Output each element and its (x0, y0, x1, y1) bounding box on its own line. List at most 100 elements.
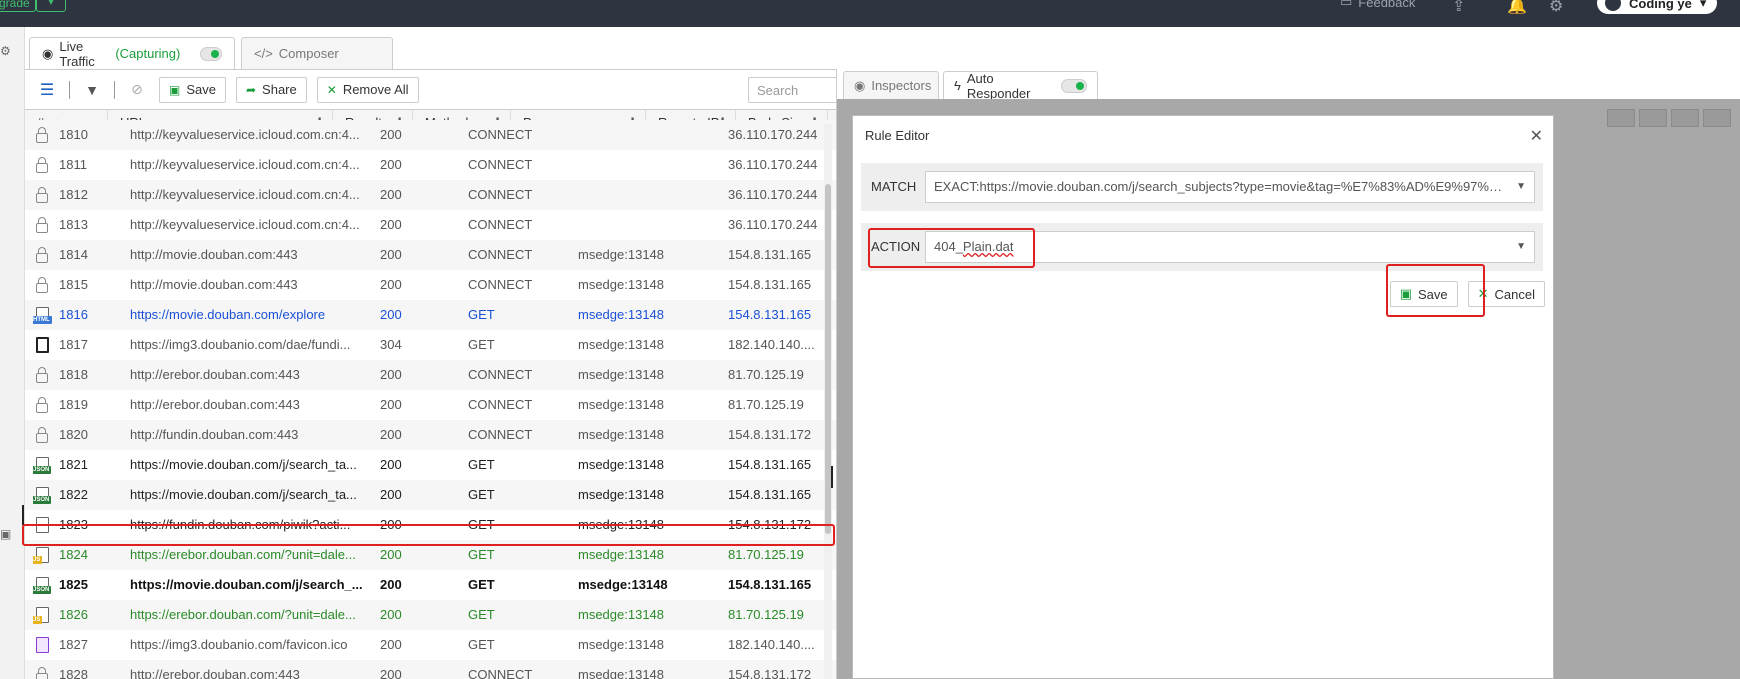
table-row[interactable]: JS 1826 https://erebor.douban.com/?unit=da… (25, 600, 925, 630)
tab-live-traffic-label: Live Traffic (59, 38, 95, 69)
search-placeholder: Search (757, 82, 799, 98)
lock-icon (33, 396, 51, 414)
js-icon: JS (33, 546, 51, 564)
table-row[interactable]: JSON 1821 https://movie.douban.com/j/searc… (25, 450, 925, 480)
table-row[interactable]: 1823 https://fundin.douban.com/piwik?acti… (25, 510, 925, 540)
row-process (578, 150, 708, 180)
gutter-marker (22, 505, 24, 525)
share-button-label: Share (262, 82, 297, 97)
settings-icon[interactable]: ⚙ (0, 44, 11, 58)
table-row[interactable]: 1828 http://erebor.douban.com:443 200 CONNE… (25, 660, 925, 679)
row-method: CONNECT (468, 217, 533, 232)
table-row[interactable]: JSON 1825 https://movie.douban.com/j/searc… (25, 570, 925, 600)
action-input[interactable]: 404_Plain.dat ▼ (925, 231, 1535, 263)
row-method: CONNECT (468, 397, 533, 412)
top-bar: grade ▾ ▭ Feedback ⇪ 🔔 ⚙ Coding ye ▾ (0, 0, 1740, 27)
json-icon: JSON (33, 576, 52, 594)
table-row[interactable]: JS 1824 https://erebor.douban.com/?unit=da… (25, 540, 925, 570)
chevron-down-icon[interactable]: ▼ (1516, 172, 1526, 202)
right-tabs: ◉ Inspectors ϟ Auto Responder (837, 69, 1740, 101)
bell-icon[interactable]: 🔔 (1507, 0, 1527, 16)
auto-responder-toggle[interactable] (1061, 78, 1087, 93)
match-input[interactable]: EXACT:https://movie.douban.com/j/search_… (925, 171, 1535, 203)
row-process (578, 210, 708, 240)
row-number: 1820 (33, 420, 113, 450)
splitter-handle[interactable] (831, 466, 833, 488)
row-number: JSON 1822 (33, 486, 88, 504)
rule-save-button[interactable]: ▣ Save (1389, 281, 1458, 307)
row-result: 200 (380, 637, 402, 652)
table-row[interactable]: 1810 http://keyvalueservice.icloud.com.cn… (25, 120, 925, 150)
share-out-icon[interactable]: ⇪ (1452, 0, 1465, 16)
grid-scrollbar[interactable] (824, 124, 832, 679)
table-row[interactable]: 1827 https://img3.doubanio.com/favicon.ic… (25, 630, 925, 660)
close-icon: ✕ (326, 82, 337, 97)
close-icon: ✕ (1477, 286, 1489, 301)
row-number: JSON 1825 (33, 576, 88, 594)
table-row[interactable]: HTML 1816 https://movie.douban.com/explore… (25, 300, 925, 330)
upgrade-button[interactable]: grade (0, 0, 36, 12)
capture-toggle[interactable] (200, 46, 222, 61)
table-row[interactable]: 1811 http://keyvalueservice.icloud.com.cn… (25, 150, 925, 180)
row-method: CONNECT (468, 187, 533, 202)
chevron-down-icon[interactable]: ▼ (1516, 232, 1526, 262)
upgrade-dropdown-button[interactable]: ▾ (36, 0, 66, 12)
row-remote-ip: 154.8.131.172 (728, 667, 812, 679)
row-remote-ip: 154.8.131.165 (728, 457, 812, 472)
feedback-label: Feedback (1358, 0, 1416, 10)
tool-icon[interactable]: ▣ (0, 527, 11, 541)
lock-icon (33, 156, 51, 174)
floppy-icon: ▣ (169, 82, 181, 97)
clear-filter-icon[interactable]: ⊘ (125, 78, 149, 102)
json-icon: JSON (33, 486, 52, 504)
app-window: grade ▾ ▭ Feedback ⇪ 🔔 ⚙ Coding ye ▾ ⚙ ▣… (0, 0, 1740, 679)
table-row[interactable]: 1819 http://erebor.douban.com:443 200 CONNE… (25, 390, 925, 420)
tab-inspectors[interactable]: ◉ Inspectors (843, 71, 939, 99)
row-result: 200 (380, 217, 402, 232)
row-remote-ip: 154.8.131.165 (728, 307, 812, 322)
row-method: CONNECT (468, 277, 533, 292)
row-process: msedge:13148 (578, 397, 665, 412)
table-row[interactable]: JSON 1822 https://movie.douban.com/j/searc… (25, 480, 925, 510)
table-row[interactable]: 1813 http://keyvalueservice.icloud.com.cn… (25, 210, 925, 240)
table-row[interactable]: 1814 http://movie.douban.com:443 200 CONNEC… (25, 240, 925, 270)
feedback-button[interactable]: ▭ Feedback (1340, 0, 1415, 10)
remove-all-button[interactable]: ✕ Remove All (316, 76, 419, 103)
close-icon[interactable]: ✕ (1530, 126, 1543, 146)
gear-icon[interactable]: ⚙ (1549, 0, 1563, 16)
action-value-prefix: 404_ (934, 239, 963, 254)
save-button[interactable]: ▣ Save (159, 76, 226, 103)
share-button[interactable]: ➦ Share (235, 76, 307, 103)
toolbar-divider (69, 80, 70, 99)
row-process: msedge:13148 (578, 247, 665, 262)
session-tabs: ◉ Live Traffic (Capturing) </> Composer (25, 27, 1740, 69)
dialog-title: Rule Editor (865, 128, 930, 143)
html-icon: HTML (33, 306, 52, 324)
table-row[interactable]: 1817 https://img3.doubanio.com/dae/fundi.… (25, 330, 925, 360)
user-menu[interactable]: Coding ye ▾ (1597, 0, 1717, 14)
row-result: 200 (380, 547, 402, 562)
tab-live-traffic[interactable]: ◉ Live Traffic (Capturing) (29, 37, 235, 69)
row-remote-ip: 81.70.125.19 (728, 547, 804, 562)
dialog-buttons: ▣ Save ✕ Cancel (1389, 281, 1545, 307)
table-row[interactable]: 1818 http://erebor.douban.com:443 200 CONNE… (25, 360, 925, 390)
table-row[interactable]: 1812 http://keyvalueservice.icloud.com.cn… (25, 180, 925, 210)
table-row[interactable]: 1815 http://movie.douban.com:443 200 CONNEC… (25, 270, 925, 300)
tab-inspectors-label: Inspectors (871, 78, 932, 93)
table-row[interactable]: 1820 http://fundin.douban.com:443 200 CONNE… (25, 420, 925, 450)
rule-cancel-button[interactable]: ✕ Cancel (1467, 281, 1545, 307)
tab-auto-responder[interactable]: ϟ Auto Responder (943, 71, 1098, 101)
row-process (578, 120, 708, 150)
json-icon: JSON (33, 456, 52, 474)
row-url: https://movie.douban.com/j/search_ta... (130, 487, 357, 502)
row-process: msedge:13148 (578, 577, 668, 592)
background-toolbar (1607, 109, 1731, 127)
row-url: https://movie.douban.com/j/search_ta... (130, 457, 357, 472)
row-process: msedge:13148 (578, 427, 665, 442)
filter-icon[interactable]: ▼ (80, 78, 104, 102)
tab-composer[interactable]: </> Composer (241, 37, 393, 69)
menu-icon[interactable]: ☰ (35, 78, 59, 102)
row-number: 1815 (33, 270, 113, 300)
row-process: msedge:13148 (578, 457, 665, 472)
rule-save-label: Save (1417, 286, 1448, 302)
